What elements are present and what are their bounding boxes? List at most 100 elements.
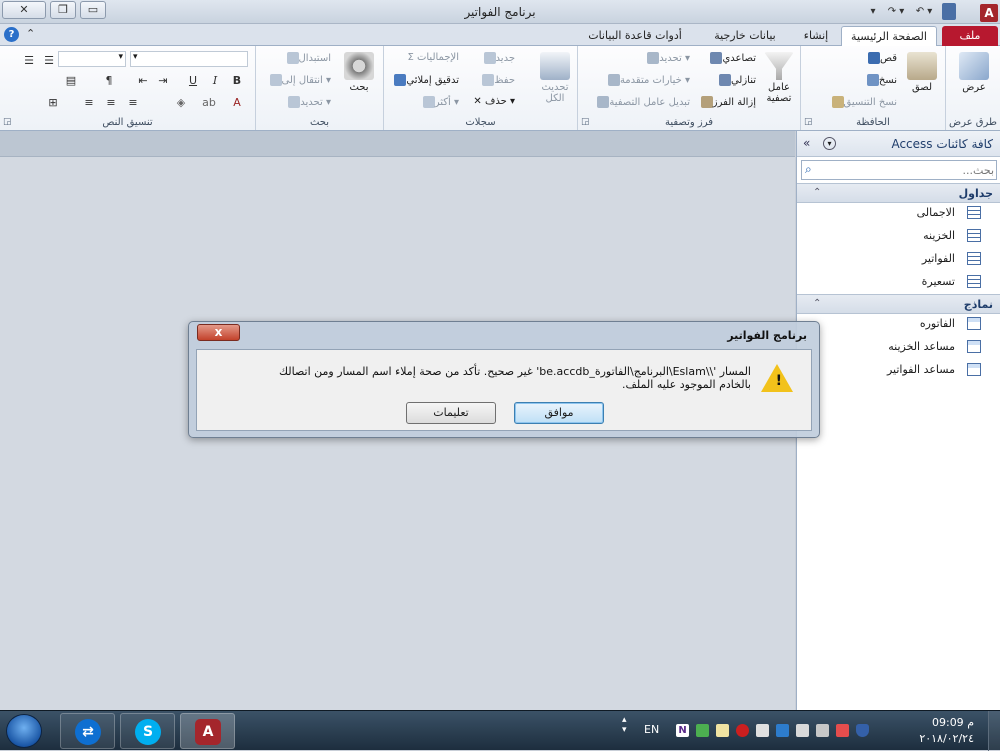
filter-button[interactable]: عامل تصفية <box>760 52 798 104</box>
sort-ascending-button[interactable]: تصاعدي <box>707 52 756 64</box>
replace-button[interactable]: استبدال <box>284 52 332 64</box>
nav-item-table[interactable]: الفواتير <box>797 248 1000 270</box>
tables-section-header[interactable]: ⌃ جداول <box>797 183 1000 203</box>
redo-icon[interactable]: ↷ ▾ <box>884 3 908 20</box>
forms-section-header[interactable]: ⌃ نماذج <box>797 294 1000 314</box>
clock-time[interactable]: 09:09 م <box>932 716 974 729</box>
align-left-icon[interactable]: ≡ <box>80 94 98 111</box>
find-button[interactable]: بحث <box>340 52 378 93</box>
refresh-all-button[interactable]: تحديث الكل <box>536 52 574 104</box>
nav-item-table[interactable]: الخزينه <box>797 225 1000 247</box>
tray-scroll-icon[interactable]: ▴ ▾ <box>622 715 627 735</box>
save-icon[interactable] <box>942 3 956 20</box>
totals-button[interactable]: الإجماليات Σ <box>407 52 459 63</box>
shield-icon[interactable] <box>856 724 869 737</box>
highlight-icon[interactable]: ab <box>200 94 218 111</box>
replace-label: استبدال <box>298 53 332 64</box>
underline-button[interactable]: U <box>184 72 202 89</box>
tab-create[interactable]: إنشاء <box>795 26 837 46</box>
font-name-select[interactable]: ▾ <box>130 51 248 67</box>
taskbar-app-teamviewer[interactable]: ⇄ <box>60 713 115 749</box>
form-icon <box>967 340 981 353</box>
nav-title[interactable]: كافة كائنات Access <box>891 137 993 151</box>
text-format-launcher-icon[interactable]: ◲ <box>3 117 12 127</box>
more-button[interactable]: ▾ أكثر <box>420 96 459 108</box>
nav-item-form[interactable]: مساعد الفواتير <box>797 359 1000 381</box>
gridlines-icon[interactable]: ▤ <box>62 72 80 89</box>
tab-file[interactable]: ملف <box>942 26 998 46</box>
undo-icon[interactable]: ↶ ▾ <box>912 3 936 20</box>
table-grid-icon[interactable]: ⊞ <box>44 94 62 111</box>
toggle-filter-button[interactable]: تبديل عامل التصفية <box>594 96 690 108</box>
help-icon[interactable]: ? <box>4 27 19 42</box>
bold-button[interactable]: B <box>228 72 246 89</box>
font-color-button[interactable]: A <box>228 94 246 111</box>
nav-item-table[interactable]: الاجمالى <box>797 202 1000 224</box>
delete-record-button[interactable]: ▾ حذف ✕ <box>473 96 515 107</box>
find-label: بحث <box>349 82 369 93</box>
selection-button[interactable]: ▾ تحديد <box>644 52 690 64</box>
nav-item-form[interactable]: الفاتوره <box>797 313 1000 335</box>
collapse-tables-icon[interactable]: ⌃ <box>813 187 821 198</box>
spelling-button[interactable]: تدقيق إملائي <box>391 74 459 86</box>
save-record-button[interactable]: حفظ <box>479 74 515 86</box>
clock-date[interactable]: ٢٠١٨/٠٢/٢٤ <box>919 732 974 745</box>
tray-app-icon[interactable] <box>696 724 709 737</box>
power-icon[interactable] <box>816 724 829 737</box>
volume-icon[interactable] <box>756 724 769 737</box>
rtl-paragraph-icon[interactable]: ¶ <box>100 72 118 89</box>
fill-color-icon[interactable]: ◈ <box>172 94 190 111</box>
font-size-select[interactable]: ▾ <box>58 51 126 67</box>
cut-button[interactable]: قص <box>865 52 897 64</box>
sort-descending-button[interactable]: تنازلي <box>716 74 756 86</box>
remove-sort-button[interactable]: إزالة الفرز <box>698 96 756 108</box>
decrease-indent-icon[interactable]: ⇤ <box>134 72 152 89</box>
italic-button[interactable]: I <box>206 72 224 89</box>
view-button[interactable]: عرض <box>954 52 994 93</box>
forms-label: نماذج <box>963 298 993 311</box>
form-icon <box>967 363 981 376</box>
onenote-icon[interactable]: N <box>676 724 689 737</box>
search-icon[interactable]: ⌕ <box>805 162 812 177</box>
select-button[interactable]: ▾ تحديد <box>285 96 331 108</box>
sort-filter-launcher-icon[interactable]: ◲ <box>581 117 590 127</box>
nav-item-table[interactable]: تسعيرة <box>797 271 1000 293</box>
tray-note-icon[interactable] <box>716 724 729 737</box>
advanced-button[interactable]: ▾ خيارات متقدمة <box>605 74 690 86</box>
taskbar-app-skype[interactable]: S <box>120 713 175 749</box>
format-painter-button[interactable]: نسخ التنسيق <box>829 96 897 108</box>
numbering-icon[interactable]: ☰ <box>40 52 58 69</box>
goto-button[interactable]: ▾ انتقال إلى <box>267 74 331 86</box>
language-indicator[interactable]: EN <box>644 723 659 736</box>
ok-button[interactable]: موافق <box>514 402 604 424</box>
goto-icon <box>269 74 282 86</box>
clipboard-launcher-icon[interactable]: ◲ <box>804 117 813 127</box>
increase-indent-icon[interactable]: ⇥ <box>154 72 172 89</box>
tab-home[interactable]: الصفحة الرئيسية <box>841 26 937 46</box>
collapse-pane-icon[interactable]: « <box>803 136 810 150</box>
copy-button[interactable]: نسخ <box>864 74 897 86</box>
show-desktop-button[interactable] <box>988 711 1000 751</box>
start-button[interactable] <box>6 714 42 748</box>
nav-item-form[interactable]: مساعد الخزينه <box>797 336 1000 358</box>
action-center-flag-icon[interactable] <box>836 724 849 737</box>
dialog-close-button[interactable]: x <box>197 324 240 341</box>
tab-external-data[interactable]: بيانات خارجية <box>700 26 790 46</box>
tray-antivirus-icon[interactable] <box>736 724 749 737</box>
customize-qat-icon[interactable]: ▾ <box>866 3 880 20</box>
bullets-icon[interactable]: ☰ <box>20 52 38 69</box>
nav-menu-chevron-icon[interactable]: ▾ <box>823 137 836 150</box>
minimize-ribbon-icon[interactable]: ⌃ <box>26 27 35 40</box>
paste-button[interactable]: لصق <box>903 52 941 93</box>
taskbar-app-access[interactable]: A <box>180 713 235 749</box>
network-icon[interactable] <box>796 724 809 737</box>
tray-display-icon[interactable] <box>776 724 789 737</box>
help-button[interactable]: تعليمات <box>406 402 496 424</box>
align-center-icon[interactable]: ≡ <box>102 94 120 111</box>
tab-database-tools[interactable]: أدوات قاعدة البيانات <box>575 26 695 46</box>
nav-search-input[interactable] <box>822 162 994 178</box>
collapse-forms-icon[interactable]: ⌃ <box>813 298 821 309</box>
align-right-icon[interactable]: ≡ <box>124 94 142 111</box>
system-tray: ▴ ▾ EN N 09:09 م ٢٠١٨/٠٢/٢٤ <box>620 711 1000 751</box>
new-record-button[interactable]: جديد <box>481 52 515 64</box>
